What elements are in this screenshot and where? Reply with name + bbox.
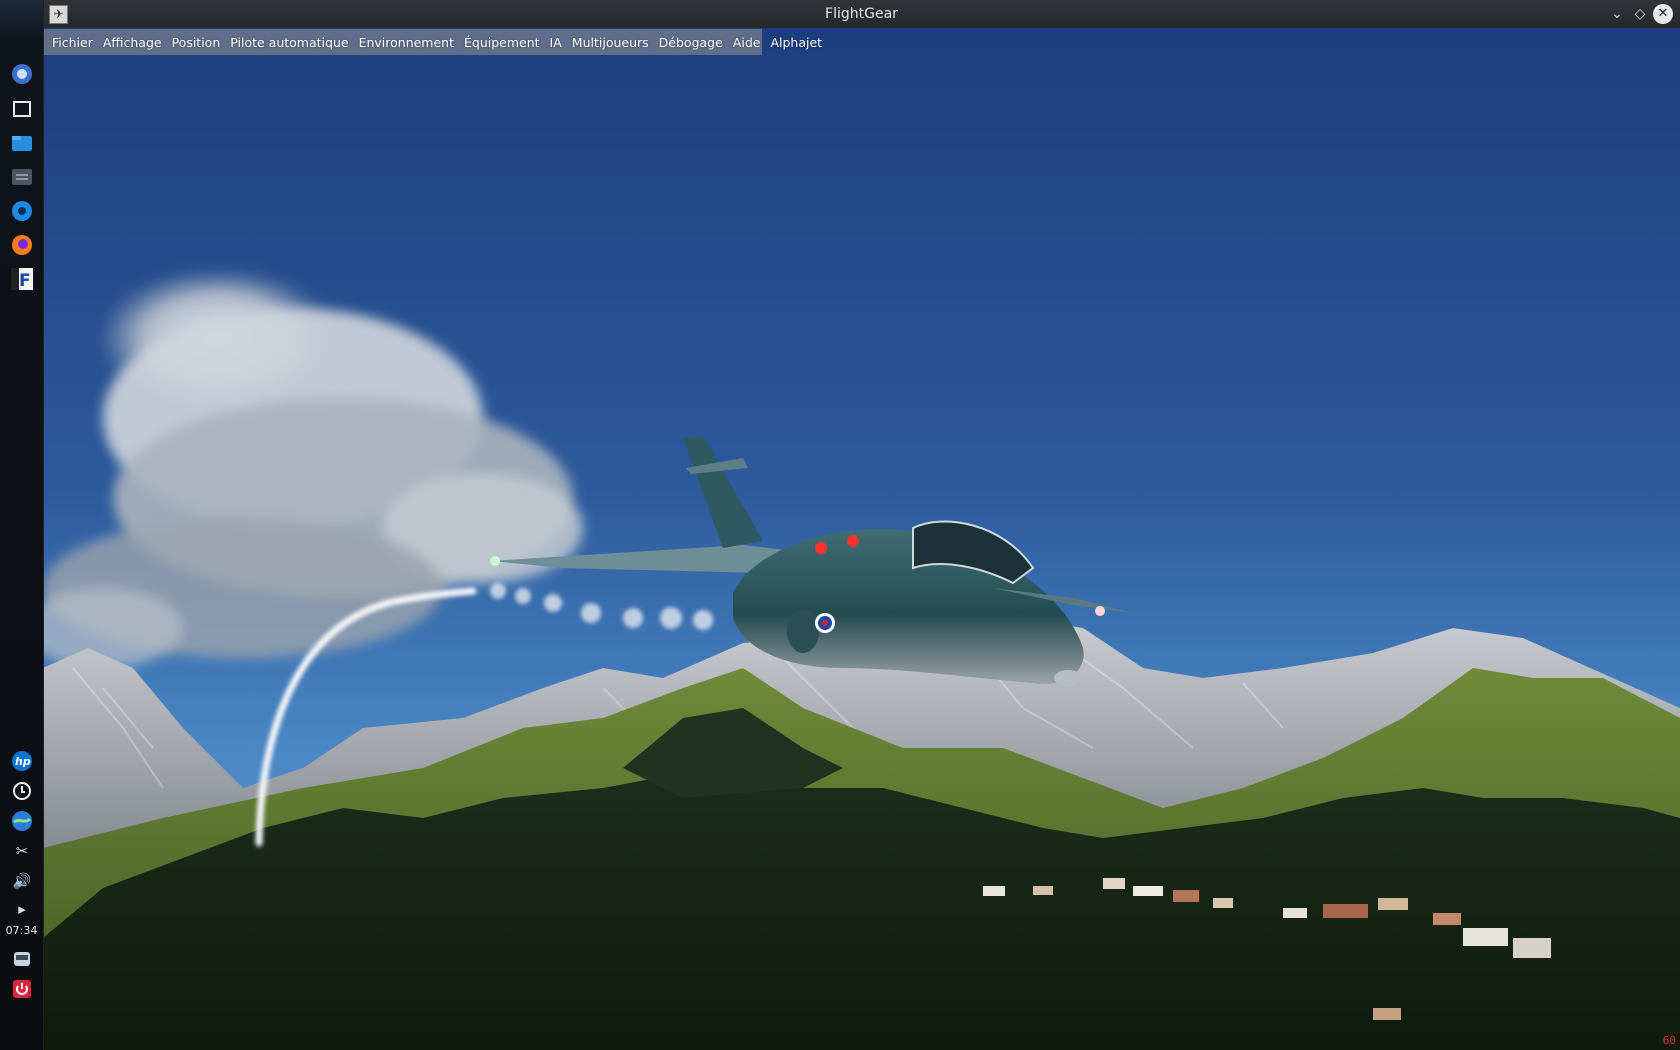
network-icon[interactable] (9, 808, 35, 834)
hp-icon[interactable]: hp (9, 748, 35, 774)
menu-position[interactable]: Position (167, 35, 226, 50)
scissors-icon[interactable]: ✂ (9, 838, 35, 864)
menu-ia[interactable]: IA (545, 35, 567, 50)
volume-icon[interactable]: 🔊 (9, 868, 35, 894)
menu-alphajet[interactable]: Alphajet (765, 35, 827, 50)
update-icon[interactable] (9, 778, 35, 804)
desktop-icon[interactable] (9, 96, 35, 122)
menubar: Fichier Affichage Position Pilote automa… (43, 29, 822, 55)
window-titlebar[interactable]: ✈ FlightGear ⌄ ◇ ✕ (43, 0, 1680, 28)
clock[interactable]: 07:34 (0, 924, 43, 937)
menu-aide[interactable]: Aide (728, 35, 766, 50)
app-menu-icon[interactable] (9, 61, 35, 87)
system-settings-icon[interactable] (9, 198, 35, 224)
menu-environnement[interactable]: Environnement (354, 35, 459, 50)
file-manager-icon[interactable] (9, 130, 35, 156)
svg-text:F: F (19, 271, 31, 291)
firefox-icon[interactable] (9, 232, 35, 258)
flight-view[interactable] (43, 28, 1680, 1050)
launcher-panel: F hp ✂ 🔊 ▸ 07:34 (0, 0, 44, 1050)
settings-panel-icon[interactable] (9, 164, 35, 190)
flightgear-icon[interactable]: F (9, 266, 35, 292)
maximize-button[interactable]: ◇ (1630, 4, 1650, 24)
window-title: FlightGear (825, 6, 898, 22)
expand-arrow-icon[interactable]: ▸ (9, 896, 35, 922)
menu-pilote-automatique[interactable]: Pilote automatique (225, 35, 353, 50)
drive-icon[interactable] (9, 946, 35, 972)
menu-affichage[interactable]: Affichage (98, 35, 167, 50)
menu-debogage[interactable]: Débogage (654, 35, 728, 50)
svg-text:hp: hp (15, 755, 31, 768)
menu-multijoueurs[interactable]: Multijoueurs (567, 35, 654, 50)
close-button[interactable]: ✕ (1653, 4, 1673, 24)
fps-counter: 60 (1662, 1034, 1676, 1047)
menu-equipement[interactable]: Équipement (459, 35, 545, 50)
minimize-button[interactable]: ⌄ (1607, 4, 1627, 24)
power-icon[interactable] (9, 976, 35, 1002)
menu-fichier[interactable]: Fichier (47, 35, 98, 50)
